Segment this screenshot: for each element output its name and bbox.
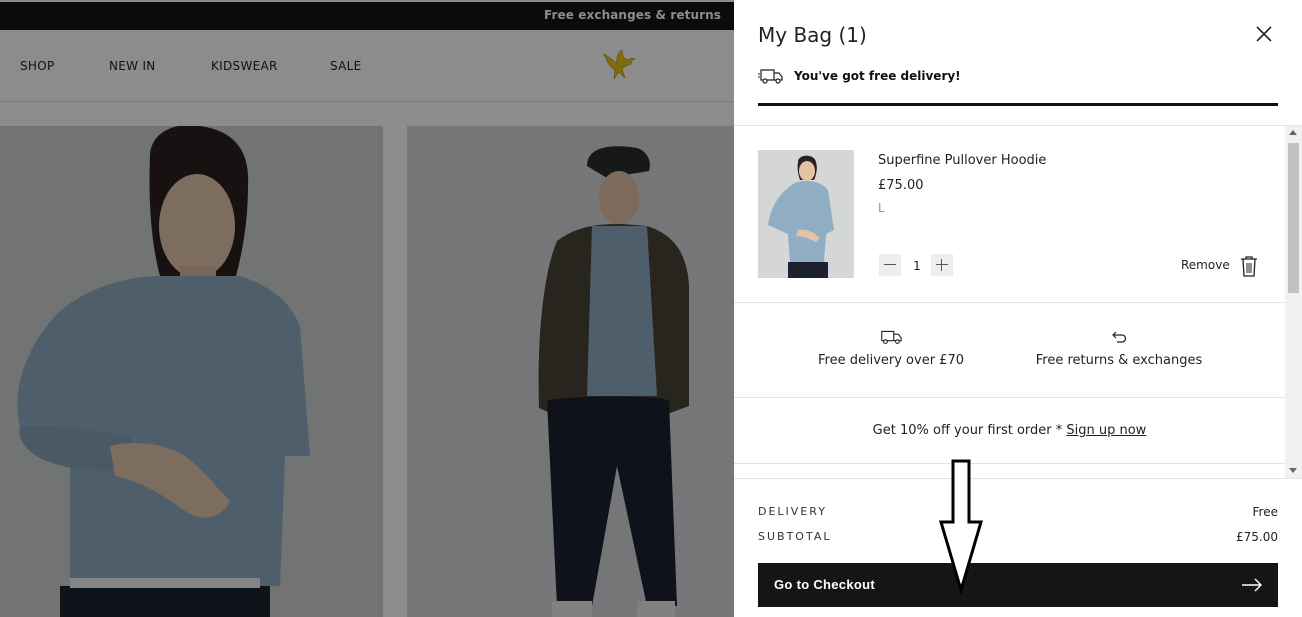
checkout-label: Go to Checkout [774, 577, 875, 592]
sign-up-link[interactable]: Sign up now [1066, 423, 1146, 438]
quantity-decrease-button[interactable] [879, 254, 901, 276]
product-size: L [878, 201, 885, 215]
benefit-free-returns: Free returns & exchanges [1009, 329, 1229, 368]
bag-items-scroll[interactable]: Superfine Pullover Hoodie £75.00 L 1 Rem… [734, 125, 1302, 479]
scrollbar[interactable] [1285, 126, 1302, 478]
benefit-label: Free returns & exchanges [1035, 353, 1203, 368]
benefit-free-delivery: Free delivery over £70 [781, 329, 1001, 368]
product-name[interactable]: Superfine Pullover Hoodie [878, 153, 1046, 168]
bag-drawer: My Bag (1) You've got free delivery! Sup… [734, 0, 1302, 617]
arrow-right-icon [1242, 578, 1262, 592]
quantity-value: 1 [913, 259, 921, 273]
product-price: £75.00 [878, 178, 924, 193]
free-delivery-text: You've got free delivery! [794, 69, 961, 83]
delivery-value: Free [1252, 505, 1278, 519]
promo-text: Get 10% off your first order * [872, 423, 1067, 438]
signup-promo: Get 10% off your first order * Sign up n… [734, 398, 1285, 464]
scrollbar-thumb[interactable] [1288, 143, 1299, 293]
benefit-label: Free delivery over £70 [818, 353, 964, 368]
store-page: Free exchanges & returns SHOP NEW IN KID… [0, 0, 734, 617]
overlay-scrim[interactable] [0, 0, 734, 617]
truck-icon [881, 330, 902, 345]
quantity-increase-button[interactable] [931, 254, 953, 276]
bag-title: My Bag (1) [758, 23, 867, 47]
delivery-label: DELIVERY [758, 505, 827, 518]
free-delivery-banner: You've got free delivery! [758, 66, 961, 86]
subtotal-label: SUBTOTAL [758, 530, 832, 543]
benefits-strip: Free delivery over £70 Free returns & ex… [734, 303, 1285, 398]
remove-item-button[interactable]: Remove [1181, 258, 1230, 272]
truck-icon [758, 69, 783, 84]
free-delivery-progress-bar [758, 103, 1278, 106]
scroll-down-arrow-icon[interactable] [1289, 468, 1297, 473]
bag-line-item: Superfine Pullover Hoodie £75.00 L 1 Rem… [734, 126, 1285, 303]
checkout-button[interactable]: Go to Checkout [758, 563, 1278, 607]
scroll-up-arrow-icon[interactable] [1289, 130, 1297, 135]
trash-icon[interactable] [1240, 255, 1258, 277]
product-thumbnail[interactable] [758, 150, 854, 278]
close-icon[interactable] [1252, 22, 1276, 46]
subtotal-value: £75.00 [1236, 530, 1278, 544]
return-arrow-icon [1112, 331, 1127, 343]
